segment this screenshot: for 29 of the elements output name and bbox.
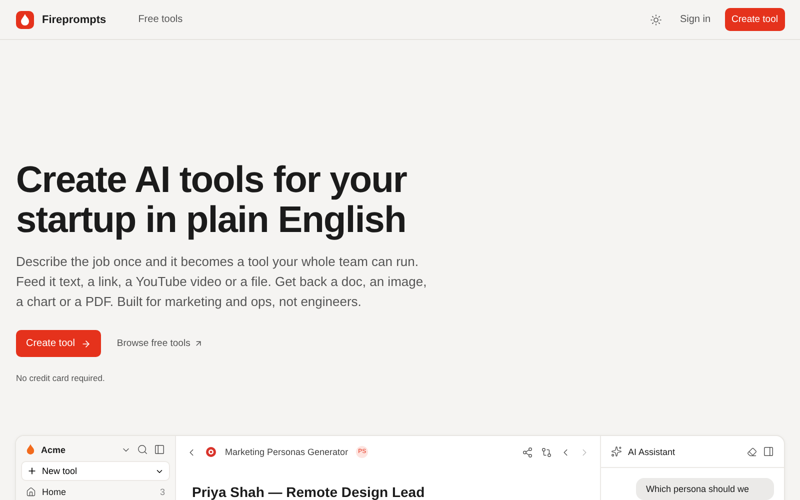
hero-title: Create AI tools for your startup in plain English bbox=[16, 160, 408, 240]
compare-icon[interactable] bbox=[541, 446, 552, 458]
tool-name: Marketing Personas Generator bbox=[225, 447, 348, 457]
note-text: No credit card required. bbox=[16, 373, 106, 383]
workspace-name: Acme bbox=[41, 444, 66, 454]
sign-in-link[interactable]: Sign in bbox=[680, 14, 711, 25]
search-icon[interactable] bbox=[137, 444, 148, 455]
persona-heading: Priya Shah — Remote Design Lead bbox=[192, 484, 426, 500]
target-icon bbox=[205, 446, 217, 458]
chat-message: Which persona should we bbox=[636, 478, 774, 500]
arrow-up-right-icon bbox=[194, 339, 204, 348]
browse-free-tools-link[interactable]: Browse free tools bbox=[116, 338, 204, 349]
share-icon[interactable] bbox=[522, 446, 533, 458]
create-tool-button[interactable]: Create tool bbox=[16, 330, 101, 357]
panel-icon[interactable] bbox=[154, 444, 165, 455]
hero-description: Describe the job once and it becomes a tool your whole team can run. Feed it text, a link, a YouTube video or a file. Get back a doc, an image, a chart or a PDF. Built for marketing and ops, not engineers. bbox=[16, 253, 428, 311]
arrow-right-icon bbox=[80, 338, 91, 348]
sun-icon[interactable] bbox=[650, 14, 662, 26]
brand-name: Fireprompts bbox=[42, 14, 106, 26]
panel-icon[interactable] bbox=[763, 446, 774, 457]
sparkles-icon bbox=[611, 446, 622, 457]
home-icon bbox=[26, 487, 36, 497]
plus-icon bbox=[27, 466, 37, 476]
sidebar-item[interactable]: Home 3 bbox=[21, 487, 170, 497]
new-tool-button[interactable]: New tool bbox=[21, 461, 170, 481]
eraser-icon[interactable] bbox=[747, 446, 757, 456]
create-tool-button[interactable]: Create tool bbox=[724, 8, 785, 31]
assistant-title: AI Assistant bbox=[628, 446, 676, 456]
nav-link[interactable]: Free tools bbox=[138, 14, 183, 25]
